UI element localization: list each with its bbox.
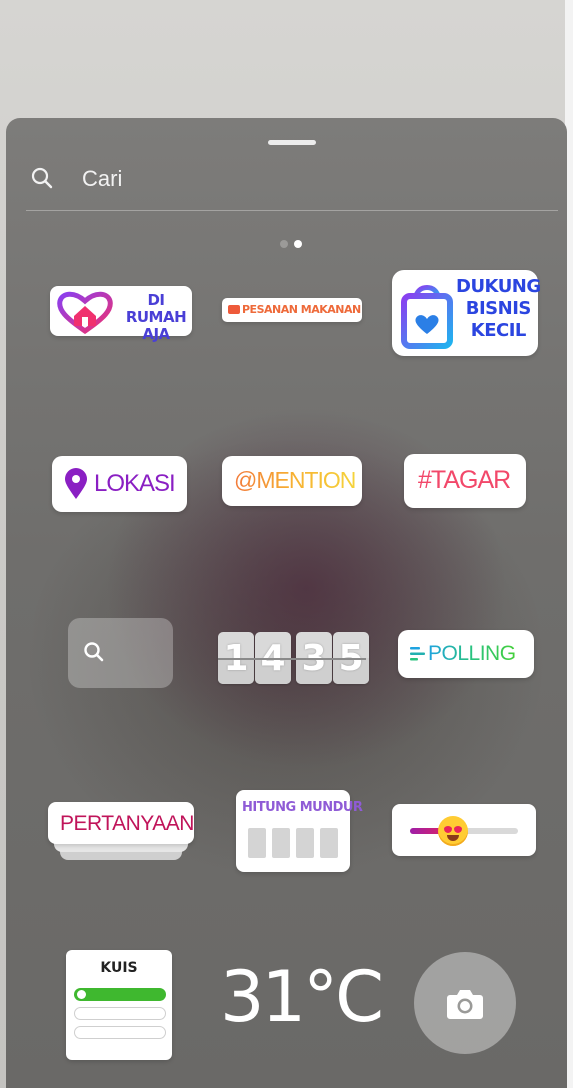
search-icon [31, 167, 53, 189]
sticker-di-rumah-aja[interactable]: DI RUMAH AJA [50, 286, 192, 343]
sticker-search-button[interactable] [68, 618, 173, 688]
shopping-bag-heart-icon [401, 285, 453, 349]
search-input[interactable]: Cari [82, 166, 122, 192]
sticker-mention[interactable]: @MENTION [222, 456, 362, 506]
sticker-label: PERTANYAAN [60, 812, 194, 835]
countdown-box [272, 828, 290, 858]
clock-divider [218, 658, 366, 660]
camera-button[interactable] [414, 952, 516, 1054]
quiz-option [74, 1007, 166, 1020]
sticker-pesanan-makanan[interactable]: PESANAN MAKANAN [222, 298, 362, 322]
page-indicator [280, 235, 308, 248]
sticker-kuis[interactable]: KUIS [66, 950, 172, 1060]
sticker-lokasi[interactable]: LOKASI [52, 456, 187, 512]
poll-lines-icon [410, 647, 425, 661]
sticker-polling[interactable]: POLLING [398, 630, 534, 678]
sticker-label: DI RUMAH AJA [125, 291, 187, 343]
sticker-label: LOKASI [94, 470, 176, 497]
sticker-search[interactable]: Cari [26, 162, 558, 210]
page-dot-2[interactable] [294, 240, 302, 248]
sticker-label: @MENTION [234, 467, 356, 493]
sticker-dukung-bisnis-kecil[interactable]: DUKUNG BISNIS KECIL [392, 270, 541, 356]
delivery-truck-icon [228, 305, 240, 314]
sticker-label: KUIS [100, 960, 138, 976]
sticker-hitung-mundur[interactable]: HITUNG MUNDUR [236, 790, 363, 872]
countdown-box [248, 828, 266, 858]
countdown-box [296, 828, 314, 858]
sticker-label: #TAGAR [418, 466, 511, 494]
sticker-label: HITUNG MUNDUR [242, 800, 363, 815]
sticker-temperature[interactable]: 31°C [220, 956, 384, 1038]
search-divider [26, 210, 558, 211]
sticker-emoji-slider[interactable] [392, 804, 536, 856]
page-dot-1[interactable] [280, 240, 288, 248]
location-pin-icon [65, 468, 87, 499]
heart-eyes-emoji-icon [438, 816, 468, 846]
search-icon [84, 642, 104, 662]
quiz-correct-option [74, 988, 166, 1001]
camera-icon [447, 990, 483, 1019]
sticker-tray: Cari DI RUMAH AJA PESANAN MAKANAN DUKUNG… [6, 118, 567, 1088]
sticker-pertanyaan[interactable]: PERTANYAAN [48, 802, 194, 844]
quiz-option [74, 1026, 166, 1039]
sticker-label: POLLING [428, 642, 516, 665]
sticker-tagar[interactable]: #TAGAR [404, 454, 526, 508]
sticker-label: PESANAN MAKANAN [242, 303, 361, 316]
sticker-label: DUKUNG BISNIS KECIL [456, 276, 541, 341]
drag-handle[interactable] [268, 140, 316, 145]
heart-house-icon [57, 291, 113, 334]
check-icon [77, 990, 86, 999]
countdown-box [320, 828, 338, 858]
